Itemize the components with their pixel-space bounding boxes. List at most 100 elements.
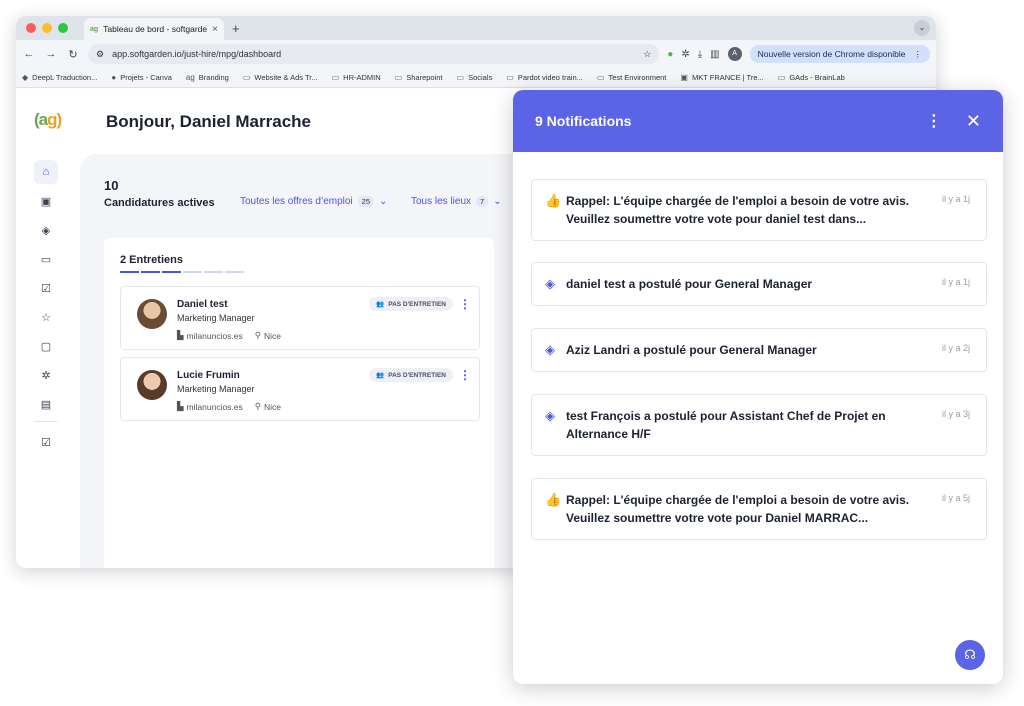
close-window-button[interactable] xyxy=(26,23,36,33)
status-label: PAS D'ENTRETIEN xyxy=(388,300,446,308)
bookmark-item[interactable]: ◆ DeepL Traduction... xyxy=(22,73,97,82)
layers-icon: ◈ xyxy=(545,342,555,357)
candidate-avatar xyxy=(137,370,167,400)
folder-icon: ▭ xyxy=(242,73,251,82)
status-label: PAS D'ENTRETIEN xyxy=(388,371,446,379)
layers-icon[interactable]: ◈ xyxy=(34,218,58,242)
task-check-icon[interactable]: ☑ xyxy=(34,430,58,454)
candidate-meta: ▙ milanuncios.es ⚲ Nice xyxy=(177,401,281,412)
bookmark-item[interactable]: ▭ HR-ADMIN xyxy=(332,73,381,82)
status-badge: 👥 PAS D'ENTRETIEN xyxy=(369,297,453,311)
minimize-window-button[interactable] xyxy=(42,23,52,33)
bookmark-item[interactable]: ▭ Sharepoint xyxy=(395,73,443,82)
notifications-menu-icon[interactable]: ⋮ xyxy=(926,111,942,131)
new-tab-button[interactable]: + xyxy=(232,21,240,36)
location-filter-count: 7 xyxy=(476,196,489,207)
candidate-card[interactable]: Lucie Frumin Marketing Manager ▙ milanunc… xyxy=(120,357,480,421)
notification-time: il y a 3j xyxy=(941,409,970,419)
download-icon[interactable]: ⤓ xyxy=(698,49,702,60)
bookmark-item[interactable]: ag Branding xyxy=(186,73,229,82)
job-filter[interactable]: Toutes les offres d’emploi 25 ⌄ xyxy=(240,196,387,207)
bookmark-label: Pardot video train... xyxy=(517,73,583,82)
bookmark-label: Projets - Canva xyxy=(120,73,172,82)
candidate-city: Nice xyxy=(264,330,282,341)
bookmark-item[interactable]: ▣ MKT FRANCE | Tre... xyxy=(680,73,763,82)
message-icon[interactable]: ▢ xyxy=(34,334,58,358)
folder-icon: ▭ xyxy=(331,73,340,82)
active-count: 10 xyxy=(104,178,119,193)
bookmark-item[interactable]: ● Projets - Canva xyxy=(111,73,172,82)
close-icon[interactable]: ✕ xyxy=(966,111,981,132)
chrome-update-button[interactable]: Nouvelle version de Chrome disponible ⋮ xyxy=(749,45,930,63)
side-panel-icon[interactable]: ▥ xyxy=(710,49,719,60)
puzzle-icon[interactable]: ✲ xyxy=(34,363,58,387)
bookmark-item[interactable]: ▭ Test Environment xyxy=(597,73,667,82)
notification-item[interactable]: 👍 Rappel: L'équipe chargée de l'emploi a… xyxy=(531,478,987,540)
briefcase-icon[interactable]: ▣ xyxy=(34,189,58,213)
star-icon[interactable]: ☆ xyxy=(34,305,58,329)
candidate-name: Daniel test xyxy=(177,299,228,310)
bookmark-label: DeepL Traduction... xyxy=(32,73,98,82)
bookmark-label: Socials xyxy=(468,73,493,82)
maximize-window-button[interactable] xyxy=(58,23,68,33)
back-icon[interactable]: ← xyxy=(22,48,36,60)
tab-search-icon[interactable]: ⌄ xyxy=(914,20,930,36)
chevron-down-icon: ⌄ xyxy=(493,196,502,207)
candidate-menu-icon[interactable]: ⋮ xyxy=(459,368,471,382)
folder-icon: ▭ xyxy=(777,73,786,82)
bookmark-item[interactable]: ▭ Website & Ads Tr... xyxy=(243,73,318,82)
candidate-role: Marketing Manager xyxy=(177,313,255,323)
softgarden-logo[interactable]: (ag) xyxy=(34,110,62,130)
tab-close-icon[interactable]: × xyxy=(212,24,218,35)
notification-time: il y a 5j xyxy=(941,493,970,503)
candidate-card[interactable]: Daniel test Marketing Manager ▙ milanunci… xyxy=(120,286,480,350)
bookmark-label: HR-ADMIN xyxy=(343,73,381,82)
notification-text: Aziz Landri a postulé pour General Manag… xyxy=(566,343,817,357)
notification-item[interactable]: ◈ test François a postulé pour Assistant… xyxy=(531,394,987,456)
browser-tab[interactable]: ag Tableau de bord - softgarden × xyxy=(84,18,224,40)
notification-item[interactable]: ◈ Aziz Landri a postulé pour General Man… xyxy=(531,328,987,372)
bookmark-item[interactable]: ▭ Socials xyxy=(457,73,493,82)
extension-icon[interactable]: ● xyxy=(667,49,673,60)
bookmark-item[interactable]: ▭ Pardot video train... xyxy=(506,73,583,82)
location-filter-label: Tous les lieux xyxy=(411,196,472,207)
presentation-icon[interactable]: ▭ xyxy=(34,247,58,271)
extensions-puzzle-icon[interactable]: ✲ xyxy=(681,49,689,60)
notification-item[interactable]: ◈ daniel test a postulé pour General Man… xyxy=(531,262,987,306)
profile-avatar[interactable]: A xyxy=(727,47,742,61)
chrome-menu-icon[interactable]: ⋮ xyxy=(914,49,923,60)
home-icon[interactable]: ⌂ xyxy=(34,160,58,184)
notification-item[interactable]: 👍 Rappel: L'équipe chargée de l'emploi a… xyxy=(531,179,987,241)
clipboard-check-icon[interactable]: ☑ xyxy=(34,276,58,300)
candidate-company: milanuncios.es xyxy=(186,401,243,412)
bookmark-label: Test Environment xyxy=(608,73,667,82)
notification-text: daniel test a postulé pour General Manag… xyxy=(566,277,813,291)
thumbs-up-icon: 👍 xyxy=(545,193,562,208)
thumbs-up-icon: 👍 xyxy=(545,492,562,507)
candidate-meta: ▙ milanuncios.es ⚲ Nice xyxy=(177,330,281,341)
support-headset-icon[interactable]: ☊ xyxy=(955,640,985,670)
folder-icon: ▭ xyxy=(456,73,465,82)
deepl-icon: ◆ xyxy=(22,73,29,82)
bookmark-label: Website & Ads Tr... xyxy=(254,73,318,82)
sidebar-divider xyxy=(34,421,58,422)
interviews-title: 2 Entretiens xyxy=(120,254,183,266)
site-info-icon[interactable]: ⚙ xyxy=(96,49,104,60)
people-icon: 👥 xyxy=(376,301,385,308)
location-pin-icon: ⚲ xyxy=(254,401,262,411)
archive-icon[interactable]: ▤ xyxy=(34,392,58,416)
address-bar[interactable]: ⚙ app.softgarden.io/just-hire/mpg/dashbo… xyxy=(88,44,660,64)
bookmark-label: Branding xyxy=(198,73,229,82)
reload-icon[interactable]: ↻ xyxy=(66,48,80,61)
notification-text: Rappel: L'équipe chargée de l'emploi a b… xyxy=(566,194,910,226)
bookmark-star-icon[interactable]: ☆ xyxy=(643,49,651,60)
candidate-menu-icon[interactable]: ⋮ xyxy=(459,297,471,311)
sidebar: ⌂ ▣ ◈ ▭ ☑ ☆ ▢ ✲ ▤ ☑ xyxy=(34,160,60,459)
canva-icon: ● xyxy=(111,73,117,82)
job-filter-label: Toutes les offres d’emploi xyxy=(240,196,353,207)
forward-icon[interactable]: → xyxy=(44,48,58,60)
bookmark-label: Sharepoint xyxy=(406,73,443,82)
folder-icon: ▭ xyxy=(394,73,403,82)
bookmark-item[interactable]: ▭ GAds - BrainLab xyxy=(778,73,845,82)
location-filter[interactable]: Tous les lieux 7 ⌄ xyxy=(411,196,502,207)
